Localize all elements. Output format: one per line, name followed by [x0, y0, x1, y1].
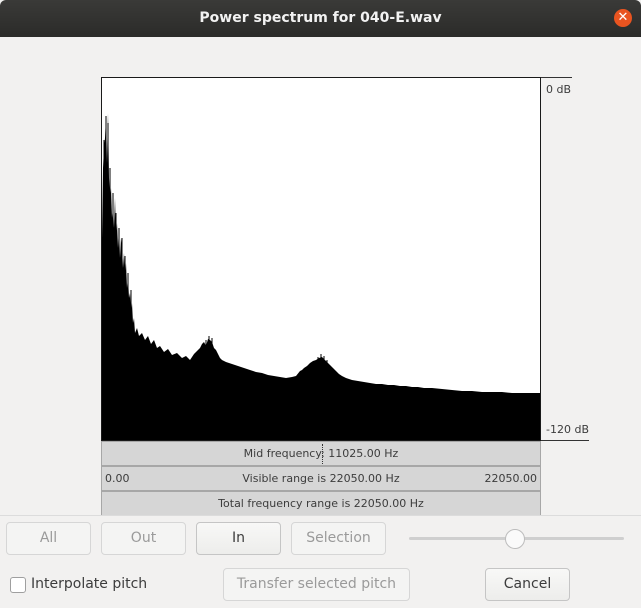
- total-range-text: Total frequency range is 22050.00 Hz: [218, 497, 424, 510]
- close-icon: ✕: [617, 10, 629, 25]
- transfer-selected-pitch-button[interactable]: Transfer selected pitch: [223, 568, 410, 601]
- zoom-out-button[interactable]: Out: [101, 522, 186, 555]
- total-range-ruler: Total frequency range is 22050.00 Hz: [101, 491, 541, 516]
- interpolate-pitch-label[interactable]: Interpolate pitch: [31, 576, 147, 592]
- mid-frequency-ruler[interactable]: Mid frequency: 11025.00 Hz: [101, 441, 541, 466]
- cancel-button[interactable]: Cancel: [485, 568, 570, 601]
- y-axis-top-label: 0 dB: [546, 83, 572, 96]
- axis-top-tick: [541, 77, 572, 78]
- window-title: Power spectrum for 040-E.wav: [199, 10, 442, 26]
- section-divider: [0, 515, 641, 516]
- visible-range-text: Visible range is 22050.00 Hz: [242, 472, 400, 485]
- zoom-in-button[interactable]: In: [196, 522, 281, 555]
- y-axis-bottom-label: -120 dB: [546, 423, 589, 436]
- axis-bottom-tick: [541, 440, 589, 441]
- spectrum-plot[interactable]: [101, 77, 541, 441]
- interpolate-pitch-checkbox[interactable]: [10, 577, 26, 593]
- zoom-all-button[interactable]: All: [6, 522, 91, 555]
- close-button[interactable]: ✕: [614, 9, 632, 27]
- zoom-slider-knob[interactable]: [505, 529, 525, 549]
- zoom-selection-button[interactable]: Selection: [291, 522, 386, 555]
- range-end-value: 22050.00: [484, 472, 538, 485]
- mid-frequency-text: Mid frequency: 11025.00 Hz: [243, 447, 399, 460]
- spectrum-svg: [102, 113, 540, 440]
- spectrum-area: [102, 113, 540, 440]
- visible-range-ruler[interactable]: 0.00 Visible range is 22050.00 Hz 22050.…: [101, 466, 541, 491]
